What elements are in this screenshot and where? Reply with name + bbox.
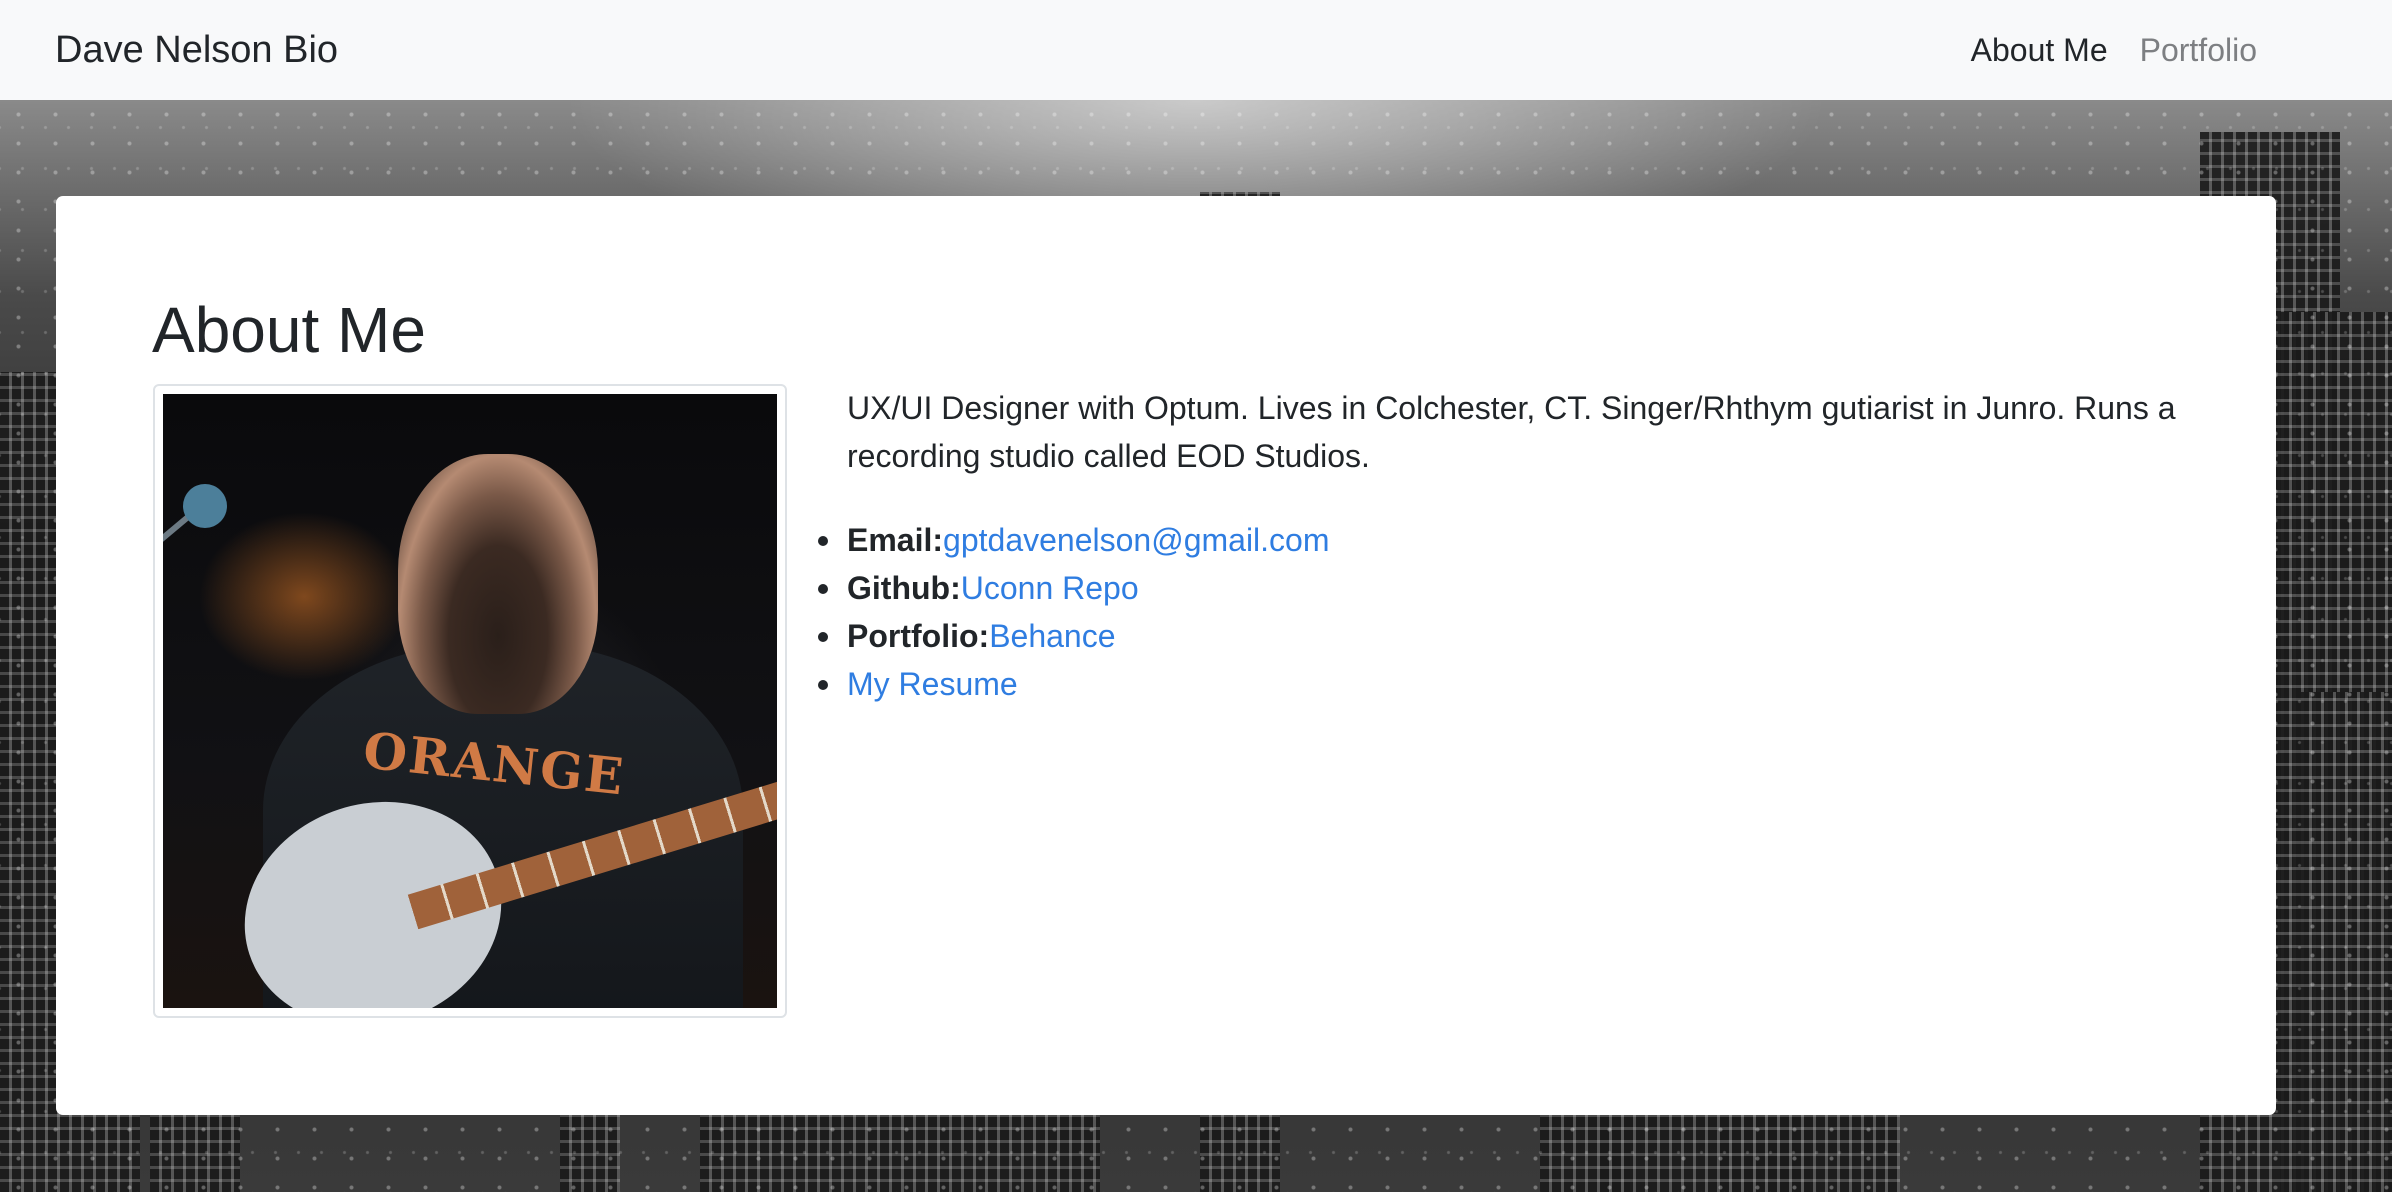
list-item-portfolio: Portfolio:Behance — [818, 612, 1330, 660]
list-item-github: Github:Uconn Repo — [818, 564, 1330, 612]
github-label: Github: — [847, 570, 961, 606]
github-link[interactable]: Uconn Repo — [961, 570, 1139, 606]
contact-list: Email:gptdavenelson@gmail.com Github:Uco… — [818, 516, 1330, 708]
list-item-resume: My Resume — [818, 660, 1330, 708]
microphone-graphic — [183, 484, 227, 528]
top-navbar: Dave Nelson Bio About Me Portfolio — [0, 0, 2392, 100]
portfolio-label: Portfolio: — [847, 618, 990, 654]
bio-text: UX/UI Designer with Optum. Lives in Colc… — [847, 390, 2176, 474]
profile-photo: ORANGE — [163, 394, 777, 1008]
nav-links: About Me Portfolio — [1971, 32, 2257, 69]
email-label: Email: — [847, 522, 944, 558]
page-title: About Me — [152, 294, 426, 366]
profile-photo-frame: ORANGE — [153, 384, 787, 1018]
about-card: About Me ORANGE UX/UI Designer with Optu… — [56, 196, 2276, 1115]
behance-link[interactable]: Behance — [989, 618, 1115, 654]
brand-link[interactable]: Dave Nelson Bio — [55, 29, 338, 72]
nav-link-portfolio[interactable]: Portfolio — [2140, 32, 2257, 69]
nav-link-about-me[interactable]: About Me — [1971, 32, 2108, 69]
list-item-email: Email:gptdavenelson@gmail.com — [818, 516, 1330, 564]
email-link[interactable]: gptdavenelson@gmail.com — [943, 522, 1329, 558]
resume-link[interactable]: My Resume — [847, 666, 1018, 702]
